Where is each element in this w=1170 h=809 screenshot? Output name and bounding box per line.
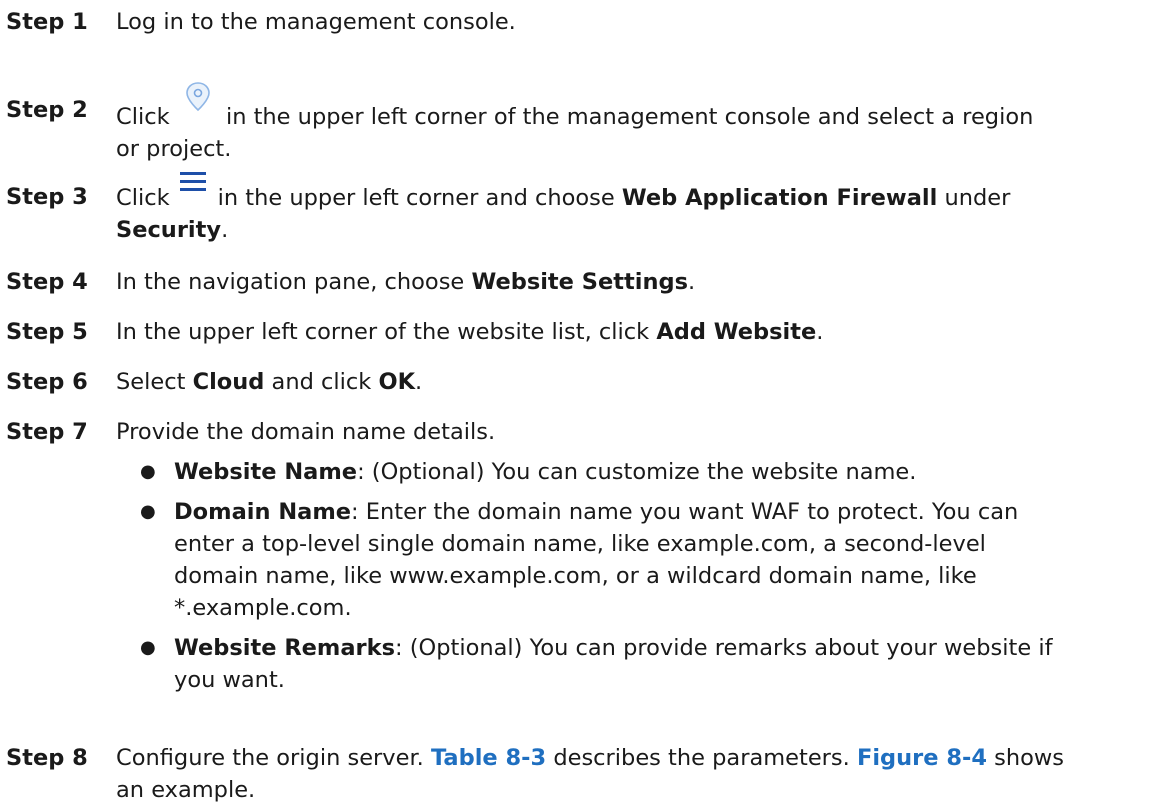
step-text-mid: under xyxy=(944,185,1011,211)
bullet-text: : Enter the domain name you want WAF to … xyxy=(351,499,1019,525)
step-label: Step 7 xyxy=(6,419,88,445)
step-text-end: . xyxy=(816,319,824,345)
step-text: Configure the origin server. Table 8-3 d… xyxy=(116,742,1158,806)
bullet-term: Website Name xyxy=(174,459,358,485)
step-text-pre: Click xyxy=(116,185,170,211)
list-item: ● Website Remarks: (Optional) You can pr… xyxy=(140,632,1158,696)
list-item: ● Domain Name: Enter the domain name you… xyxy=(140,496,1158,624)
step-text: Click in the upper left corner of the ma… xyxy=(116,82,1158,165)
bullet-term: Domain Name xyxy=(174,499,352,525)
menu-item-waf: Web Application Firewall xyxy=(621,185,938,211)
menu-category-security: Security xyxy=(116,217,222,243)
bullet-text: domain name, like www.example.com, or a … xyxy=(174,563,977,589)
step-text-mid: and click xyxy=(271,369,372,395)
step-text-post: in the upper left corner of the manageme… xyxy=(225,104,1034,130)
bullet-text: you want. xyxy=(174,667,285,693)
location-pin-icon xyxy=(181,80,215,114)
bullet-list: ● Website Name: (Optional) You can custo… xyxy=(140,456,1158,696)
add-website-label: Add Website xyxy=(656,319,817,345)
step-text-pre: Configure the origin server. xyxy=(116,745,424,771)
step-text-pre: In the upper left corner of the website … xyxy=(116,319,650,345)
bullet-dot-icon: ● xyxy=(140,637,156,658)
step-label: Step 4 xyxy=(6,269,88,295)
bullet-text: : (Optional) You can customize the websi… xyxy=(357,459,917,485)
step-text-post: in the upper left corner and choose xyxy=(217,185,615,211)
step-text: Select Cloud and click OK. xyxy=(116,366,1158,398)
figure-8-4-link[interactable]: Figure 8-4 xyxy=(857,745,987,771)
step-label: Step 8 xyxy=(6,745,88,771)
table-8-3-link[interactable]: Table 8-3 xyxy=(431,745,546,771)
document-page: Step 1 Log in to the management console.… xyxy=(0,0,1170,809)
step-text-pre: In the navigation pane, choose xyxy=(116,269,465,295)
step-text-pre: Click xyxy=(116,104,170,130)
bullet-text: : (Optional) You can provide remarks abo… xyxy=(395,635,1053,661)
step-text: Log in to the management console. xyxy=(116,6,1158,38)
step-label: Step 1 xyxy=(6,9,88,35)
step-label: Step 2 xyxy=(6,97,88,123)
step-label: Step 5 xyxy=(6,319,88,345)
menu-item-website-settings: Website Settings xyxy=(471,269,688,295)
step-text: In the upper left corner of the website … xyxy=(116,316,1158,348)
step-text-end: . xyxy=(221,217,229,243)
bullet-term: Website Remarks xyxy=(174,635,396,661)
step-text: In the navigation pane, choose Website S… xyxy=(116,266,1158,298)
step-text-mid: describes the parameters. xyxy=(553,745,850,771)
step-text-post: shows xyxy=(994,745,1065,771)
bullet-text: *.example.com. xyxy=(174,595,352,621)
ok-label: OK xyxy=(378,369,416,395)
bullet-dot-icon: ● xyxy=(140,501,156,522)
step-text-content: Log in to the management console. xyxy=(116,9,516,35)
step-text-pre: Select xyxy=(116,369,186,395)
step-text: Provide the domain name details. xyxy=(116,416,1158,448)
step-text: Click in the upper left corner and choos… xyxy=(116,172,1158,246)
bullet-text: enter a top-level single domain name, li… xyxy=(174,531,986,557)
step-text-end: . xyxy=(687,269,696,295)
cloud-option-label: Cloud xyxy=(192,369,265,395)
step-label: Step 6 xyxy=(6,369,88,395)
step-text-continued: an example. xyxy=(116,777,256,803)
bullet-dot-icon: ● xyxy=(140,461,156,482)
list-item: ● Website Name: (Optional) You can custo… xyxy=(140,456,1158,488)
step-text-continued: or project. xyxy=(116,136,232,162)
step-text-content: Provide the domain name details. xyxy=(116,419,496,445)
step-label: Step 3 xyxy=(6,184,88,210)
hamburger-menu-icon xyxy=(178,169,208,195)
step-text-end: . xyxy=(415,369,423,395)
